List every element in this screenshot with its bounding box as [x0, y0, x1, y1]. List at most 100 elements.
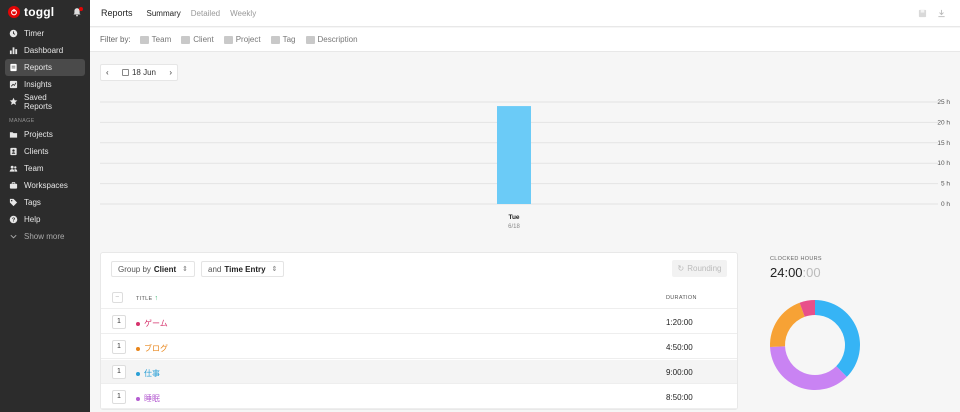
- client-icon: [181, 35, 191, 44]
- y-tick-label: 10 h: [937, 160, 950, 167]
- sidebar-item-label: Dashboard: [24, 46, 64, 55]
- svg-text:?: ?: [12, 218, 16, 224]
- filter-description-label: Description: [317, 35, 358, 44]
- collapse-all-button[interactable]: –: [112, 292, 123, 303]
- sidebar-item-insights[interactable]: Insights: [0, 76, 85, 93]
- group-by-value: Client: [153, 264, 177, 274]
- sidebar-item-clients[interactable]: Clients: [0, 143, 85, 160]
- column-title-label: TITLE: [136, 296, 153, 302]
- row-count-badge[interactable]: 1: [112, 390, 126, 404]
- sidebar-item-projects[interactable]: Projects: [0, 126, 85, 143]
- topbar: Reports Summary Detailed Weekly: [90, 0, 960, 27]
- sidebar-item-workspaces[interactable]: Workspaces: [0, 177, 85, 194]
- x-tick-sublabel: 6/18: [508, 224, 520, 230]
- sidebar-item-help[interactable]: ? Help: [0, 211, 85, 228]
- sidebar-item-label: Reports: [24, 63, 53, 72]
- row-count-badge[interactable]: 1: [112, 340, 126, 354]
- sidebar-item-saved-reports[interactable]: Saved Reports: [0, 92, 85, 111]
- sidebar-item-label: Team: [24, 164, 44, 173]
- project-icon: [223, 35, 233, 44]
- column-title[interactable]: TITLE ↑: [136, 295, 158, 302]
- filter-project[interactable]: Project: [223, 35, 261, 44]
- sub-group-select[interactable]: and Time Entry ⇕: [201, 261, 285, 277]
- x-tick-label: Tue: [508, 214, 519, 221]
- chevron-updown-icon: ⇕: [271, 266, 278, 273]
- table-row[interactable]: 1 仕事 9:00:00: [101, 360, 737, 384]
- sidebar-item-label: Saved Reports: [24, 92, 53, 111]
- column-duration[interactable]: DURATION: [666, 295, 697, 301]
- sidebar-item-tags[interactable]: Tags: [0, 194, 85, 211]
- row-count-badge[interactable]: 1: [112, 315, 126, 329]
- filter-client-label: Client: [193, 35, 214, 44]
- donut-slice[interactable]: [770, 302, 805, 347]
- download-icon[interactable]: [937, 9, 946, 18]
- filter-description[interactable]: Description: [305, 35, 358, 44]
- donut-slice[interactable]: [770, 346, 847, 390]
- tab-weekly[interactable]: Weekly: [230, 9, 256, 18]
- clocked-hours-main: 24:00: [770, 265, 803, 280]
- calendar-icon: [121, 69, 129, 76]
- briefcase-icon: [9, 181, 18, 189]
- row-count-badge[interactable]: 1: [112, 365, 126, 379]
- table-header: – TITLE ↑ DURATION: [101, 287, 737, 309]
- sub-group-prefix: and: [208, 264, 222, 274]
- y-tick-label: 25 h: [937, 99, 950, 106]
- client-color-dot: [136, 346, 140, 351]
- prev-date-button[interactable]: ‹: [106, 68, 109, 77]
- date-label: 18 Jun: [131, 68, 157, 77]
- rounding-button[interactable]: ↻ Rounding: [672, 260, 727, 277]
- row-duration: 4:50:00: [666, 343, 693, 352]
- sidebar-item-label: Timer: [24, 29, 45, 38]
- sidebar-item-dashboard[interactable]: Dashboard: [0, 42, 85, 59]
- row-title: ブログ: [136, 343, 168, 354]
- row-title: 睡眠: [136, 393, 160, 404]
- document-icon: [10, 63, 17, 72]
- bar-chart-svg: 0 h 5 h 10 h 15 h 20 h 25 h Tue 6/18: [100, 99, 950, 230]
- page-title: Reports: [101, 8, 133, 18]
- row-title: 仕事: [136, 368, 160, 379]
- y-tick-label: 20 h: [937, 119, 950, 126]
- contact-card-icon: [10, 147, 17, 156]
- clocked-hours-value: 24:00:00: [770, 265, 822, 280]
- y-tick-label: 0 h: [941, 201, 950, 208]
- date-range-button[interactable]: 18 Jun: [121, 68, 157, 77]
- logo[interactable]: toggl: [0, 1, 90, 23]
- table-row[interactable]: 1 ブログ 4:50:00: [101, 335, 737, 359]
- next-date-button[interactable]: ›: [169, 68, 172, 77]
- sidebar-item-team[interactable]: Team: [0, 160, 85, 177]
- filter-tag[interactable]: Tag: [270, 35, 296, 44]
- summary-table-card: Group by Client ⇕ and Time Entry ⇕ ↻ Rou…: [100, 252, 738, 410]
- sidebar-item-label: Help: [24, 215, 41, 224]
- sidebar-item-label: Insights: [24, 80, 52, 89]
- rounding-icon: ↻: [677, 264, 685, 273]
- star-icon: [9, 97, 18, 106]
- tab-detailed[interactable]: Detailed: [191, 9, 220, 18]
- filter-team-label: Team: [151, 35, 172, 44]
- tag-filter-icon: [270, 35, 280, 44]
- bar[interactable]: [497, 106, 531, 204]
- filter-team[interactable]: Team: [139, 35, 172, 44]
- sort-up-icon: ↑: [154, 295, 159, 302]
- notification-dot: [79, 7, 83, 11]
- table-row[interactable]: 1 ゲーム 1:20:00: [101, 310, 737, 334]
- row-title: ゲーム: [136, 318, 168, 329]
- logo-text: toggl: [24, 5, 55, 19]
- toggl-logo-icon: [8, 6, 20, 18]
- group-by-select[interactable]: Group by Client ⇕: [111, 261, 196, 277]
- donut-chart: [770, 300, 860, 390]
- sidebar-show-more[interactable]: Show more: [0, 228, 85, 245]
- tab-summary[interactable]: Summary: [147, 9, 181, 18]
- donut-slice[interactable]: [815, 300, 860, 377]
- filter-client[interactable]: Client: [181, 35, 214, 44]
- filter-project-label: Project: [235, 35, 261, 44]
- table-controls: Group by Client ⇕ and Time Entry ⇕: [111, 261, 285, 277]
- notification-bell-icon[interactable]: [72, 7, 83, 17]
- row-title-label: ゲーム: [144, 319, 168, 328]
- sidebar-item-timer[interactable]: Timer: [0, 25, 85, 42]
- table-row[interactable]: 1 睡眠 8:50:00: [101, 385, 737, 409]
- clock-icon: [9, 29, 18, 38]
- sidebar-item-reports[interactable]: Reports: [5, 59, 85, 76]
- save-icon[interactable]: [918, 9, 927, 18]
- sidebar-item-label: Workspaces: [24, 181, 68, 190]
- bar-chart-icon: [9, 47, 18, 55]
